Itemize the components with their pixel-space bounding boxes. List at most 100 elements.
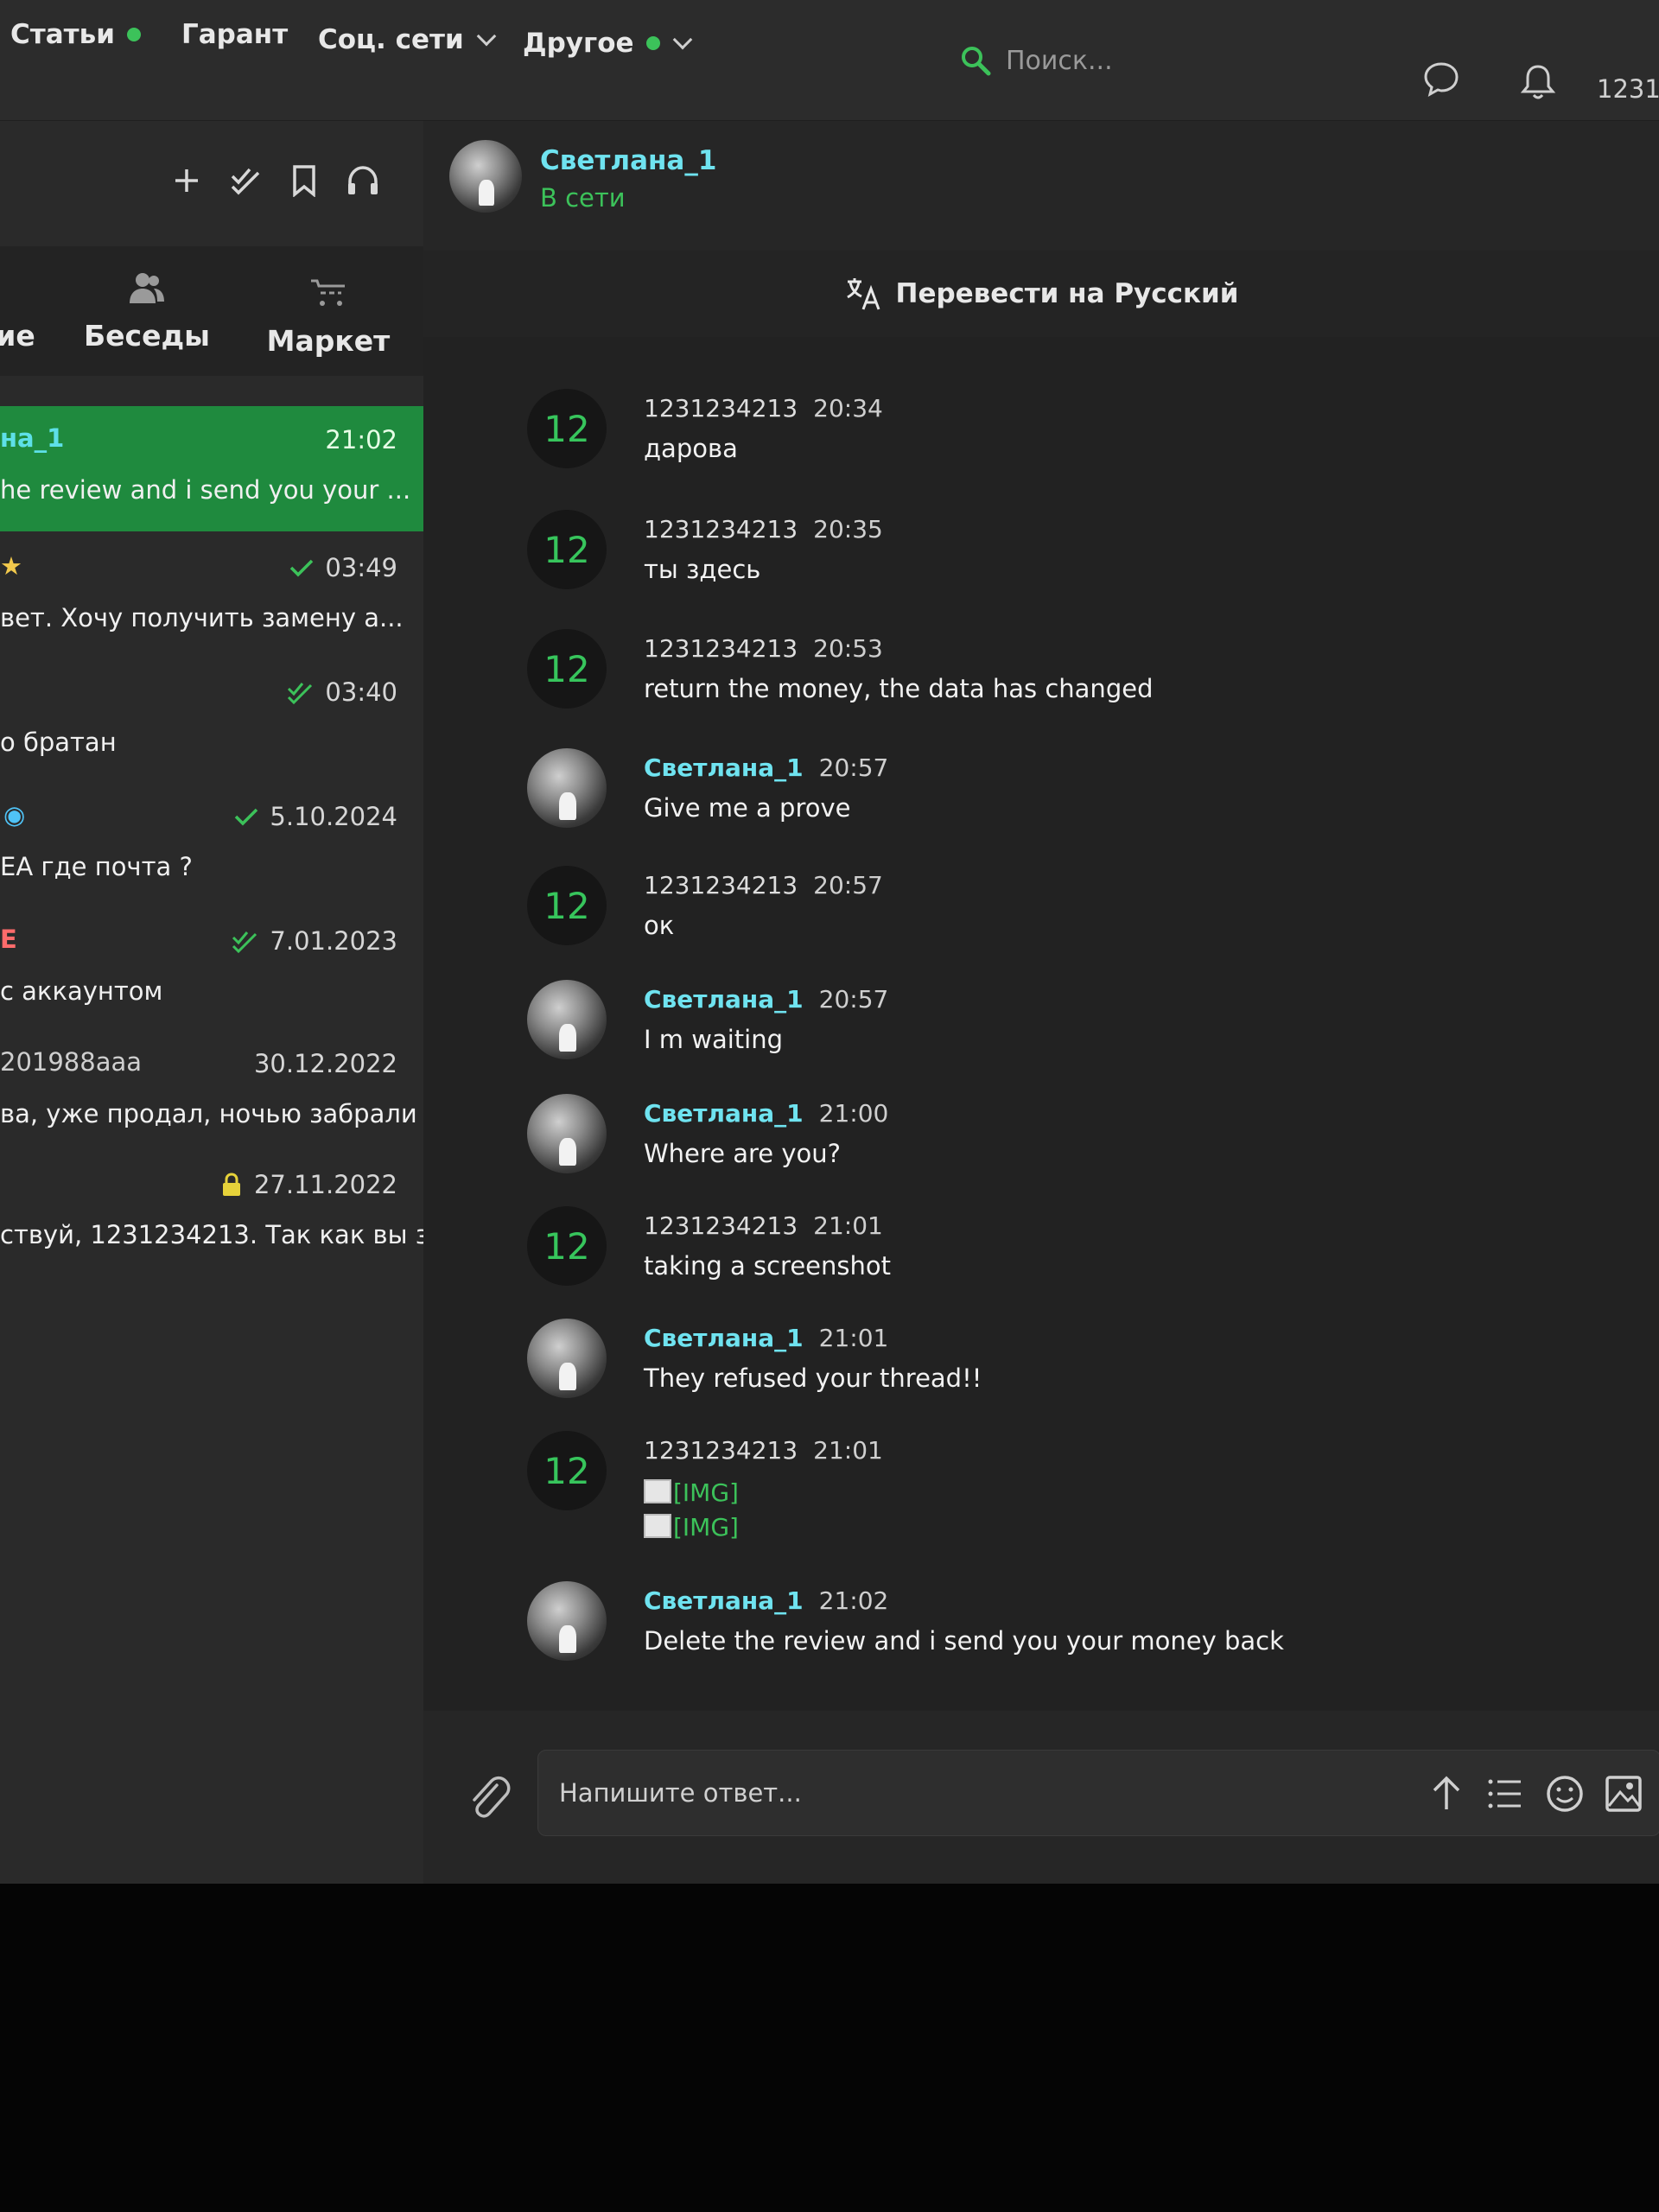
avatar[interactable]: 12 xyxy=(527,866,607,945)
image-link[interactable]: [IMG] xyxy=(644,1476,739,1510)
reply-input[interactable] xyxy=(559,1773,1337,1813)
check-icon xyxy=(290,559,314,577)
message-meta: 1231234213 21:01 xyxy=(644,1211,883,1240)
conversation-preview: ствуй, 1231234213. Так как вы з... xyxy=(0,1220,453,1249)
nav-social-label: Соц. сети xyxy=(318,24,464,55)
message-author[interactable]: 1231234213 xyxy=(644,1211,798,1240)
image-link[interactable]: [IMG] xyxy=(644,1510,739,1545)
message-text: дарова xyxy=(644,434,738,463)
translate-button[interactable]: Перевести на Русский xyxy=(423,251,1659,337)
conversation-time: 5.10.2024 xyxy=(233,802,397,831)
time-text: 03:49 xyxy=(325,553,397,582)
chat-partner-name[interactable]: Светлана_1 xyxy=(540,145,716,176)
nav-other[interactable]: Другое xyxy=(523,28,692,59)
conversations-sidebar: ие Беседы Маркет на_1 21:02 he review an… xyxy=(0,121,453,1884)
conversation-name: E xyxy=(0,925,17,954)
sidebar-toolbar xyxy=(168,162,381,199)
avatar[interactable]: 12 xyxy=(527,1431,607,1510)
conversation-preview: ва, уже продал, ночью забрали xyxy=(0,1099,417,1128)
nav-other-label: Другое xyxy=(523,28,634,59)
conversation-preview: вет. Хочу получить замену а... xyxy=(0,603,404,632)
message-time: 20:53 xyxy=(813,634,883,663)
lock-icon xyxy=(222,1173,240,1196)
message-text: taking a screenshot xyxy=(644,1251,891,1281)
conversation-row[interactable]: E 7.01.2023 с аккаунтом xyxy=(0,907,423,1033)
nav-social[interactable]: Соц. сети xyxy=(318,24,497,55)
conversation-preview: с аккаунтом xyxy=(0,976,163,1006)
arrow-up-icon[interactable] xyxy=(1424,1771,1469,1816)
avatar[interactable]: 12 xyxy=(527,1206,607,1286)
nav-guarantor[interactable]: Гарант xyxy=(181,19,288,50)
new-conversation-button[interactable] xyxy=(168,162,205,199)
avatar[interactable]: 12 xyxy=(527,389,607,468)
time-text: 30.12.2022 xyxy=(253,1049,397,1078)
avatar[interactable] xyxy=(527,748,607,828)
conversation-row[interactable]: ★ 03:49 вет. Хочу получить замену а... xyxy=(0,534,423,659)
message-meta: 1231234213 20:53 xyxy=(644,634,883,663)
bookmarks-button[interactable] xyxy=(286,162,322,199)
conversation-row[interactable]: 27.11.2022 ствуй, 1231234213. Так как вы… xyxy=(0,1151,453,1276)
message-time: 21:01 xyxy=(813,1436,883,1465)
conversation-badge: ◉ xyxy=(3,800,26,830)
conversation-row[interactable]: 03:40 о братан xyxy=(0,658,423,784)
message-author[interactable]: 1231234213 xyxy=(644,394,798,423)
avatar[interactable] xyxy=(527,980,607,1059)
avatar[interactable] xyxy=(527,1581,607,1661)
composer xyxy=(423,1711,1659,1884)
user-menu[interactable]: 12312 xyxy=(1597,74,1659,104)
list-icon[interactable] xyxy=(1483,1771,1528,1816)
tab-market[interactable]: Маркет xyxy=(264,251,393,381)
message-time: 21:02 xyxy=(818,1586,889,1615)
tab-partial[interactable]: ие xyxy=(0,246,35,376)
message-text: ок xyxy=(644,911,675,940)
message-author[interactable]: 1231234213 xyxy=(644,871,798,899)
message-author[interactable]: 1231234213 xyxy=(644,1436,798,1465)
bell-icon[interactable] xyxy=(1518,62,1558,102)
search-placeholder: Поиск... xyxy=(1006,45,1113,76)
search-box[interactable]: Поиск... xyxy=(959,35,1374,86)
tab-conversations[interactable]: Беседы xyxy=(84,246,210,376)
avatar[interactable] xyxy=(449,140,522,213)
nav-articles[interactable]: Статьи xyxy=(10,19,141,50)
sidebar-tabs: ие Беседы Маркет xyxy=(0,246,423,376)
chevron-down-icon xyxy=(672,29,692,50)
message-author[interactable]: 1231234213 xyxy=(644,634,798,663)
conversations-icon[interactable] xyxy=(1421,59,1461,99)
avatar[interactable] xyxy=(527,1319,607,1398)
conversation-row[interactable]: ◉ 5.10.2024 EA где почта ? xyxy=(0,783,423,908)
image-icon[interactable] xyxy=(1601,1771,1646,1816)
conversation-row[interactable]: на_1 21:02 he review and i send you your… xyxy=(0,406,423,531)
conversation-name: ★ xyxy=(0,551,22,581)
users-icon xyxy=(130,272,164,303)
conversation-time: 30.12.2022 xyxy=(254,1049,397,1078)
conversation-name: 201988aaa xyxy=(0,1047,143,1077)
message-time: 21:00 xyxy=(818,1099,889,1128)
conversation-preview: о братан xyxy=(0,728,117,757)
avatar[interactable]: 12 xyxy=(527,510,607,589)
message-text: They refused your thread!! xyxy=(644,1363,982,1393)
message-author[interactable]: 1231234213 xyxy=(644,515,798,543)
avatar[interactable]: 12 xyxy=(527,629,607,709)
message-meta: Светлана_1 20:57 xyxy=(644,985,888,1014)
translate-icon xyxy=(846,278,880,310)
emoji-icon[interactable] xyxy=(1542,1771,1587,1816)
conversation-time: 21:02 xyxy=(325,425,397,454)
support-button[interactable] xyxy=(345,162,381,199)
conversation-preview: EA где почта ? xyxy=(0,852,193,881)
app-screen: Статьи Гарант Соц. сети Другое Поиск... xyxy=(0,0,1659,1884)
message-text: Delete the review and i send you your mo… xyxy=(644,1626,1284,1656)
message-meta: Светлана_1 21:00 xyxy=(644,1099,888,1128)
conversation-row[interactable]: 201988aaa 30.12.2022 ва, уже продал, ноч… xyxy=(0,1030,423,1155)
message-author[interactable]: Светлана_1 xyxy=(644,985,804,1014)
message-author[interactable]: Светлана_1 xyxy=(644,753,804,782)
paperclip-icon[interactable] xyxy=(462,1770,514,1821)
message-author[interactable]: Светлана_1 xyxy=(644,1324,804,1352)
message-meta: Светлана_1 20:57 xyxy=(644,753,888,782)
message-author[interactable]: Светлана_1 xyxy=(644,1586,804,1615)
avatar[interactable] xyxy=(527,1094,607,1173)
mark-all-read-button[interactable] xyxy=(227,162,264,199)
message-text: I m waiting xyxy=(644,1025,784,1054)
tab-market-label: Маркет xyxy=(266,323,391,358)
message-author[interactable]: Светлана_1 xyxy=(644,1099,804,1128)
time-text: 7.01.2023 xyxy=(270,926,397,956)
